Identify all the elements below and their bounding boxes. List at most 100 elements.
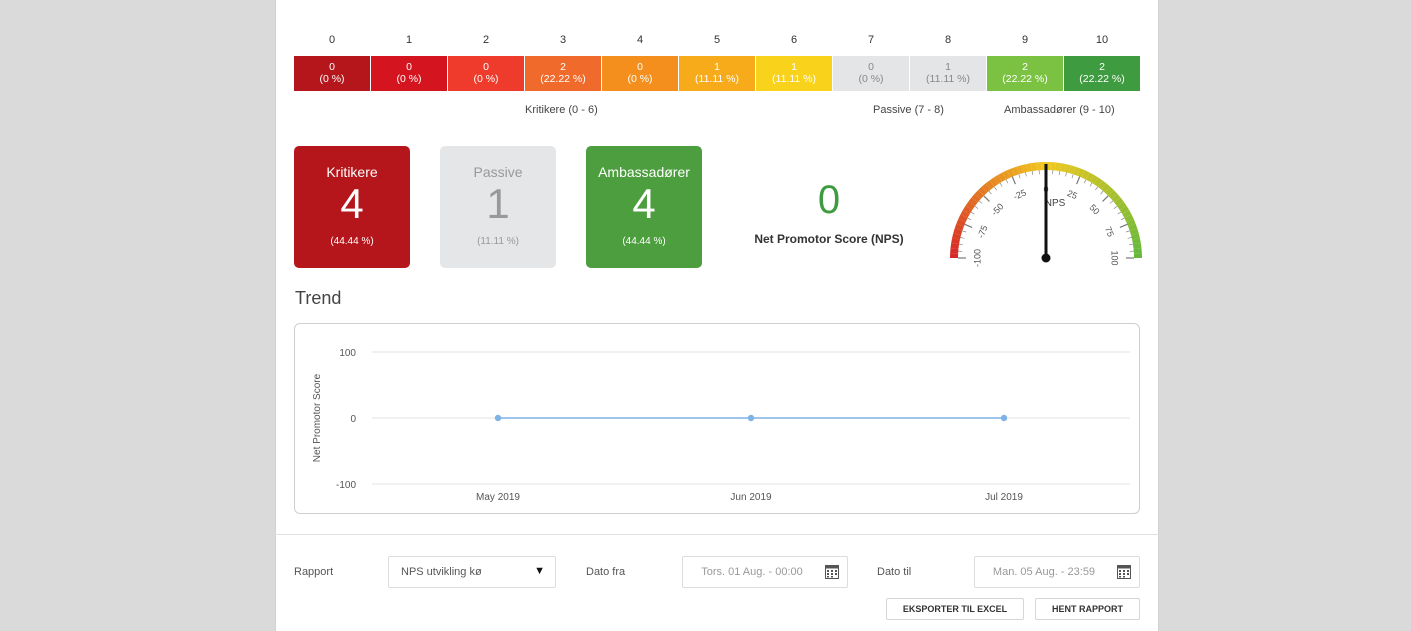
scale-cell-count: 1 (714, 61, 720, 73)
scale-cell-3: 2 (22.22 %) (525, 56, 601, 91)
gauge-tick (970, 211, 975, 215)
scale-score-1: 1 (405, 34, 413, 46)
scale-score-10: 10 (1095, 34, 1109, 46)
date-from-input[interactable]: Tors. 01 Aug. - 00:00 (682, 556, 848, 588)
scale-score-0: 0 (328, 34, 336, 46)
group-label-passive: Passive (7 - 8) (873, 104, 944, 116)
gauge-tick (1100, 190, 1104, 195)
scale-score-3: 3 (559, 34, 567, 46)
scale-score-7: 7 (867, 34, 875, 46)
gauge-tick-label: -50 (989, 201, 1005, 217)
gauge-tick (1120, 217, 1125, 221)
scale-cell-pct: (11.11 %) (772, 73, 816, 85)
scale-score-5: 5 (713, 34, 721, 46)
gauge-tick (988, 190, 992, 195)
gauge-tick (974, 206, 979, 209)
scale-cell-count: 0 (868, 61, 874, 73)
ambassadors-card-count: 4 (632, 180, 656, 227)
scale-cell-pct: (0 %) (319, 73, 345, 85)
nps-value: 0 (817, 178, 841, 222)
gauge-tick (1076, 176, 1081, 185)
calendar-icon[interactable] (825, 564, 839, 579)
scale-score-8: 8 (944, 34, 952, 46)
passive-card-pct: (11.11 %) (477, 236, 519, 247)
scale-cell-pct: (11.11 %) (695, 73, 739, 85)
scale-cell-pct: (22.22 %) (1079, 73, 1125, 85)
gauge-band-segment (950, 252, 959, 258)
report-select[interactable]: NPS utvikling kø ▼ (388, 556, 556, 588)
form-separator (275, 534, 1159, 535)
trend-x-tick-label: May 2019 (476, 492, 520, 503)
date-to-input[interactable]: Man. 05 Aug. - 23:59 (974, 556, 1140, 588)
gauge-tick-label: 50 (1087, 202, 1101, 216)
scale-score-2: 2 (482, 34, 490, 46)
scale-cell-8: 1 (11.11 %) (910, 56, 986, 91)
gauge-tick (967, 217, 972, 221)
gauge-tick (964, 223, 973, 228)
dropdown-arrow-icon: ▼ (534, 565, 545, 577)
scale-cell-1: 0 (0 %) (371, 56, 447, 91)
passive-card: Passive 1 (11.11 %) (440, 146, 556, 268)
scale-score-4: 4 (636, 34, 644, 46)
gauge-tick (1113, 206, 1118, 209)
gauge-band-segment (1133, 247, 1142, 254)
gauge-tick (994, 186, 997, 191)
ambassadors-card-title: Ambassadører (598, 164, 690, 180)
fetch-report-button[interactable]: HENT RAPPORT (1035, 598, 1140, 620)
trend-x-tick-label: Jul 2019 (985, 492, 1023, 503)
calendar-icon[interactable] (1117, 564, 1131, 579)
date-from-label: Dato fra (586, 566, 626, 578)
scale-score-6: 6 (790, 34, 798, 46)
date-to-label: Dato til (877, 566, 912, 578)
scale-cell-pct: (0 %) (396, 73, 422, 85)
gauge-band-segment (1133, 252, 1142, 258)
scale-cell-2: 0 (0 %) (448, 56, 524, 91)
gauge-tick (1065, 172, 1067, 177)
passive-card-count: 1 (486, 180, 510, 227)
scale-cell-pct: (0 %) (627, 73, 653, 85)
critics-card-pct: (44.44 %) (330, 236, 374, 247)
critics-card: Kritikere 4 (44.44 %) (294, 146, 410, 268)
gauge-band-segment (950, 247, 959, 254)
gauge-tick (1018, 174, 1021, 179)
gauge-tick (1109, 200, 1114, 204)
scale-cell-pct: (0 %) (858, 73, 884, 85)
gauge-tick (978, 200, 983, 204)
scale-cell-count: 0 (406, 61, 412, 73)
trend-y-tick-label: 0 (350, 414, 356, 425)
scale-cell-count: 1 (945, 61, 951, 73)
trend-data-point (747, 414, 755, 422)
scale-cell-count: 2 (1022, 61, 1028, 73)
scale-cell-10: 2 (22.22 %) (1064, 56, 1140, 91)
export-excel-button[interactable]: EKSPORTER TIL EXCEL (886, 598, 1024, 620)
gauge-center-label: NPS (1045, 198, 1066, 209)
scale-cell-pct: (22.22 %) (1002, 73, 1048, 85)
gauge-tick (1125, 230, 1130, 233)
scale-cell-count: 0 (329, 61, 335, 73)
gauge-band-segment (1050, 162, 1057, 171)
gauge-tick (1071, 174, 1074, 179)
gauge-tick (959, 243, 964, 246)
scale-cell-count: 2 (1099, 61, 1105, 73)
gauge-tick (1025, 172, 1027, 177)
report-panel (275, 0, 1159, 631)
gauge-tick (960, 237, 965, 239)
gauge-hub (1041, 253, 1051, 263)
gauge-tick (1119, 223, 1128, 228)
trend-y-tick-label: 100 (339, 348, 356, 359)
nps-gauge: -100-75-50-250255075100NPS (950, 162, 1142, 267)
scale-cell-0: 0 (0 %) (294, 56, 370, 91)
scale-cell-pct: (0 %) (473, 73, 499, 85)
scale-cell-6: 1 (11.11 %) (756, 56, 832, 91)
scale-score-9: 9 (1021, 34, 1029, 46)
date-to-value: Man. 05 Aug. - 23:59 (992, 566, 1096, 578)
scale-cell-4: 0 (0 %) (602, 56, 678, 91)
gauge-tick-label: 25 (1066, 188, 1079, 201)
gauge-tick-label: -100 (972, 249, 982, 267)
scale-cell-count: 1 (791, 61, 797, 73)
gauge-tick (999, 182, 1003, 187)
gauge-tick-label: 75 (1103, 225, 1116, 238)
scale-cell-count: 2 (560, 61, 566, 73)
group-label-critics: Kritikere (0 - 6) (525, 104, 598, 116)
scale-cell-9: 2 (22.22 %) (987, 56, 1063, 91)
